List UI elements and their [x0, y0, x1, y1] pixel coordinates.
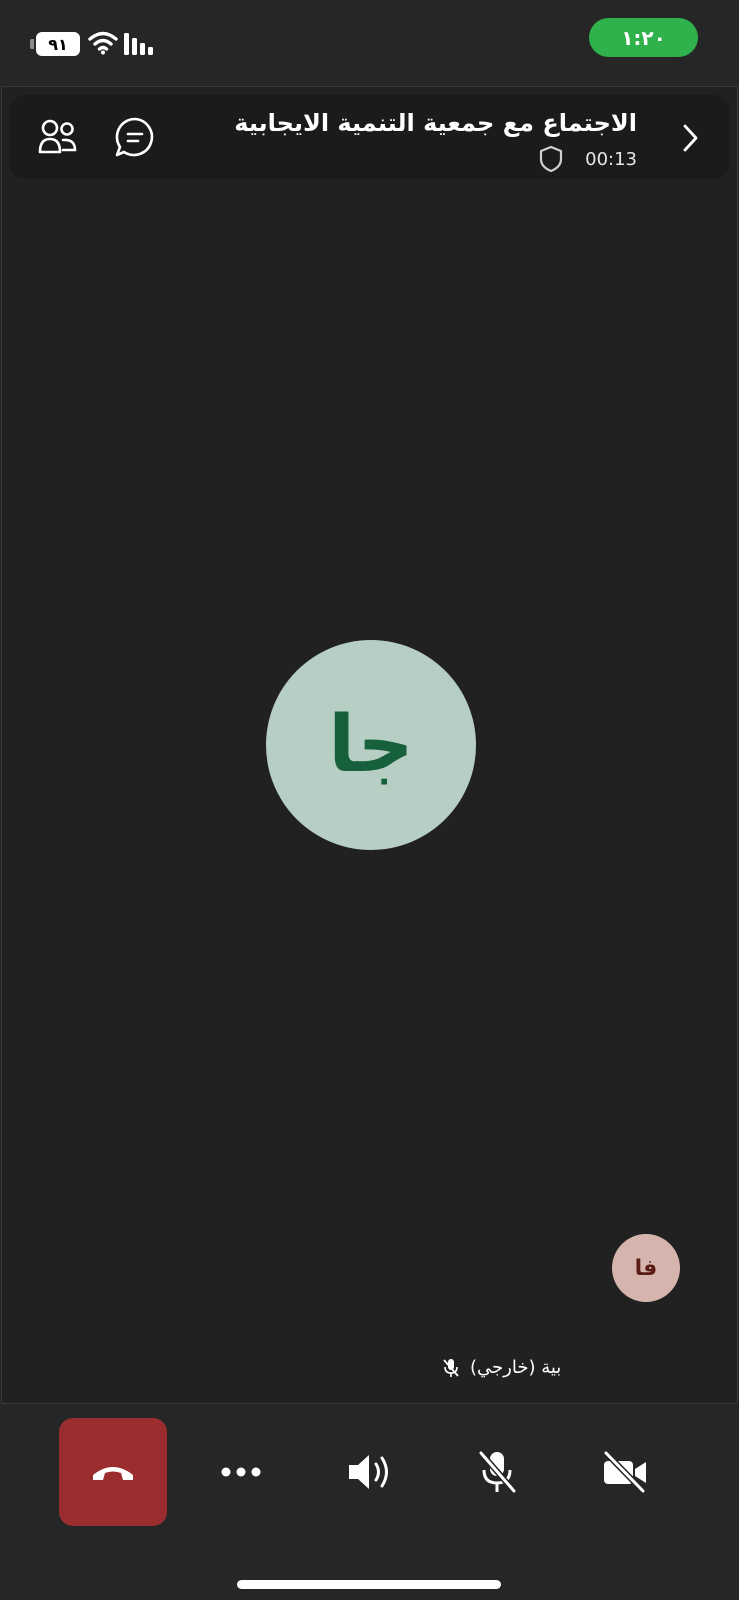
- signal-icon: [124, 33, 153, 55]
- camera-off-icon: [603, 1450, 646, 1494]
- shield-icon: [539, 145, 563, 173]
- hang-up-button[interactable]: [59, 1418, 167, 1526]
- participant-name: بية (خارجي): [470, 1357, 562, 1378]
- more-options-button[interactable]: [187, 1418, 295, 1526]
- microphone-button[interactable]: [443, 1418, 551, 1526]
- microphone-muted-icon: [478, 1451, 517, 1493]
- camera-button[interactable]: [571, 1418, 679, 1526]
- meeting-title: الاجتماع مع جمعية التنمية الايجابية: [234, 109, 637, 137]
- phone-hangup-icon: [93, 1467, 133, 1480]
- meeting-stage: الاجتماع مع جمعية التنمية الايجابية 00:1…: [1, 86, 738, 1404]
- self-view-avatar[interactable]: فا: [612, 1234, 680, 1302]
- battery-level: ٩١: [36, 32, 80, 56]
- more-icon: [221, 1467, 261, 1477]
- back-chevron-icon[interactable]: [679, 123, 701, 153]
- chat-icon[interactable]: [114, 116, 156, 158]
- speaker-button[interactable]: [315, 1418, 423, 1526]
- battery-tip: [30, 39, 34, 49]
- speaker-icon: [349, 1455, 388, 1489]
- battery-indicator: ٩١: [30, 32, 80, 56]
- meeting-header: الاجتماع مع جمعية التنمية الايجابية 00:1…: [10, 95, 729, 179]
- mic-off-icon: [443, 1358, 459, 1377]
- participant-avatar[interactable]: جا: [266, 640, 476, 850]
- meeting-timer: 00:13: [585, 149, 637, 170]
- screen: ٩١ ١:٢٠ الاجتماع مع جمعية التنمية الايجا…: [0, 0, 739, 1600]
- people-icon[interactable]: [38, 118, 78, 156]
- participant-label: بية (خارجي): [442, 1357, 561, 1378]
- status-bar: ٩١ ١:٢٠: [0, 0, 739, 82]
- call-controls: [0, 1404, 739, 1526]
- wifi-icon: [88, 31, 118, 55]
- status-time[interactable]: ١:٢٠: [589, 18, 698, 57]
- home-indicator[interactable]: [237, 1580, 501, 1589]
